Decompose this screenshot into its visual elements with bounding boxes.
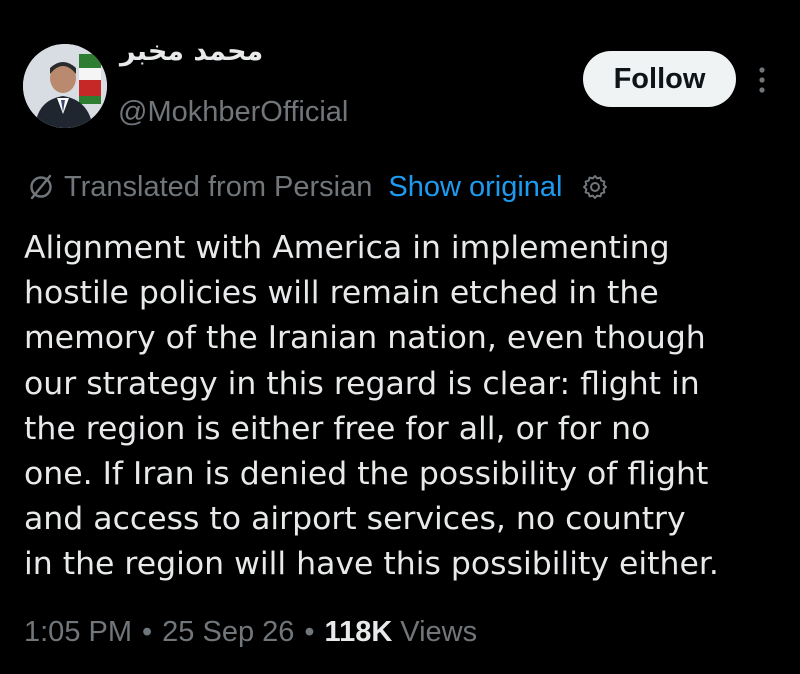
show-original-link[interactable]: Show original: [388, 171, 562, 204]
translation-bar: Translated from Persian Show original: [26, 168, 609, 206]
tweet-time[interactable]: 1:05 PM: [24, 616, 132, 649]
avatar-image: [23, 44, 107, 128]
views-label: Views: [400, 615, 478, 648]
tweet-text: Alignment with America in implementing h…: [24, 230, 719, 583]
more-vertical-icon: [759, 67, 765, 93]
translated-from-label: Translated from Persian: [64, 170, 373, 203]
meta-separator: •: [304, 615, 315, 648]
tweet-header: محمد مخبر @MokhberOfficial Follow: [0, 0, 800, 150]
author-handle[interactable]: @MokhberOfficial: [118, 96, 348, 129]
tweet-meta: 1:05 PM • 25 Sep 26 • 118K Views: [24, 612, 477, 652]
tweet-date[interactable]: 25 Sep 26: [162, 616, 294, 649]
more-options-button[interactable]: [750, 64, 774, 96]
gear-icon[interactable]: [581, 173, 609, 201]
meta-separator: •: [142, 615, 153, 648]
avatar[interactable]: [23, 44, 107, 128]
author-display-name[interactable]: محمد مخبر: [120, 36, 263, 67]
views-count[interactable]: 118K: [325, 616, 393, 649]
follow-button[interactable]: Follow: [583, 51, 736, 107]
no-translate-icon: [26, 172, 56, 202]
